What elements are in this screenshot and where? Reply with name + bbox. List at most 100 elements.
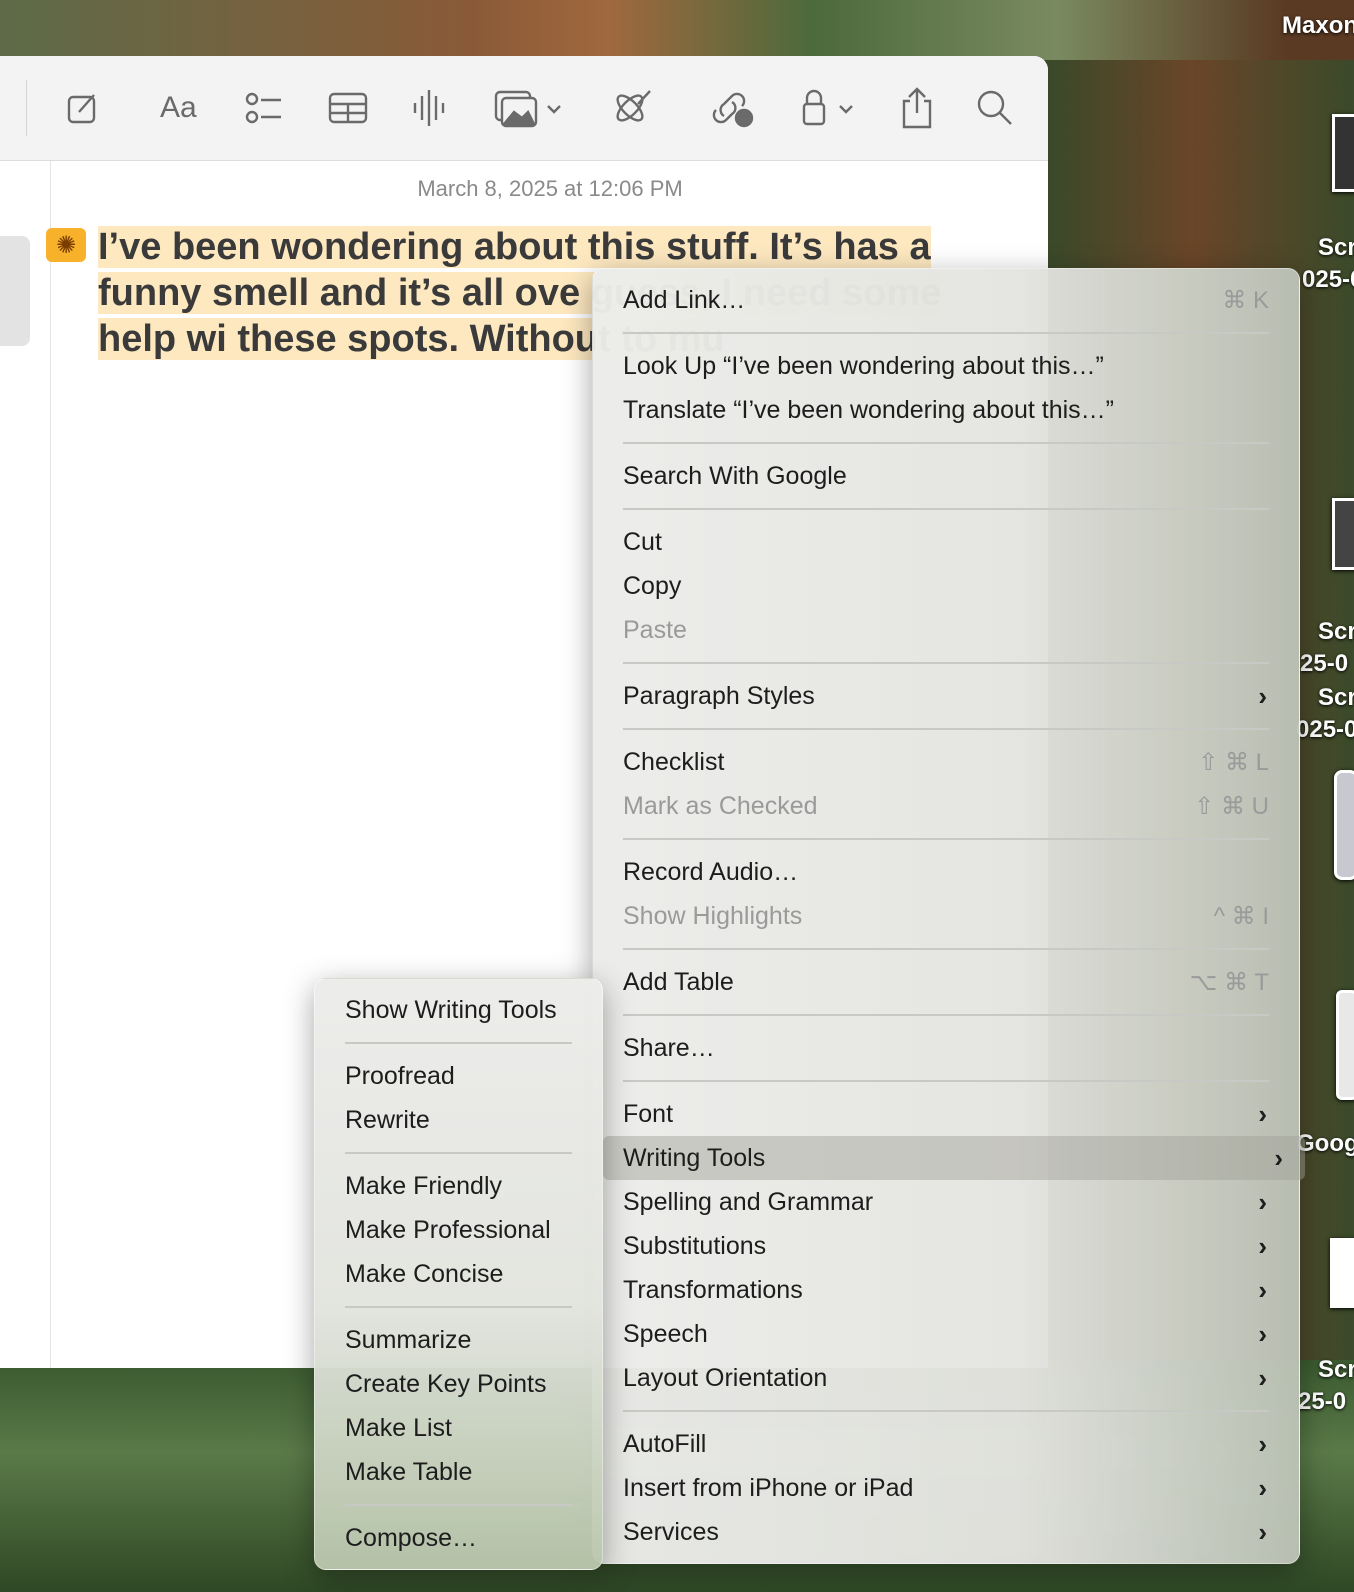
menu-item-substitutions[interactable]: Substitutions › [603,1224,1289,1268]
menu-separator [603,938,1289,960]
note-date: March 8, 2025 at 12:06 PM [417,176,683,201]
menu-item-spelling-and-grammar[interactable]: Spelling and Grammar › [603,1180,1289,1224]
menu-item-search-with-google[interactable]: Search With Google [603,454,1289,498]
menu-item-translate-i-ve-been-wondering-about-this[interactable]: Translate “I’ve been wondering about thi… [603,388,1289,432]
menu-item-label: Transformations [623,1275,803,1304]
format-text-button[interactable]: Aa [160,86,197,130]
toolbar-divider [26,80,27,136]
menu-item-insert-from-iphone-or-ipad[interactable]: Insert from iPhone or iPad › [603,1466,1289,1510]
desktop-file-thumbnail[interactable] [1330,1238,1354,1308]
chevron-right-icon: › [1258,680,1267,711]
chevron-right-icon: › [1258,1230,1267,1261]
menu-item-add-table[interactable]: Add Table ⌥ ⌘ T [603,960,1289,1004]
desktop-file-thumbnail[interactable] [1332,114,1354,192]
menu-item-label: Font [623,1099,674,1128]
writing-tools-icon[interactable] [612,86,652,130]
menu-item-label: AutoFill [623,1429,707,1458]
menu-item-speech[interactable]: Speech › [603,1312,1289,1356]
shortcut-label: ⇧ ⌘ L [1198,748,1269,776]
menu-item-label: Cut [623,527,662,556]
menu-item-label: Substitutions [623,1231,767,1260]
desktop-item-label[interactable]: Scr [1318,1356,1354,1384]
chevron-right-icon: › [1258,1428,1267,1459]
collaborate-icon[interactable] [712,86,754,130]
menu-item-label: Make List [345,1413,452,1442]
menu-item-look-up-i-ve-been-wondering-about-this[interactable]: Look Up “I’ve been wondering about this…… [603,344,1289,388]
menu-item-summarize[interactable]: Summarize [325,1318,592,1362]
search-icon[interactable] [976,86,1014,130]
menu-item-create-key-points[interactable]: Create Key Points [325,1362,592,1406]
menu-item-autofill[interactable]: AutoFill › [603,1422,1289,1466]
table-icon[interactable] [328,86,368,130]
menu-separator [603,1004,1289,1026]
media-icon[interactable] [494,86,566,130]
chevron-right-icon: › [1258,1318,1267,1349]
desktop-item-label[interactable]: Scr [1318,684,1354,712]
menu-item-label: Share… [623,1033,715,1062]
menu-item-copy[interactable]: Copy [603,564,1289,608]
compose-icon[interactable] [66,86,100,130]
menu-item-show-highlights: Show Highlights ^ ⌘ I [603,894,1289,938]
menu-item-label: Make Table [345,1457,473,1486]
sidebar-divider [50,161,51,1368]
menu-item-label: Create Key Points [345,1369,547,1398]
menu-item-label: Speech [623,1319,708,1348]
menu-item-rewrite[interactable]: Rewrite [325,1098,592,1142]
desktop-item-label[interactable]: 025-0 [1302,266,1354,294]
menu-item-label: Mark as Checked [623,791,818,820]
menu-item-make-friendly[interactable]: Make Friendly [325,1164,592,1208]
share-icon[interactable] [900,86,934,130]
chevron-right-icon: › [1258,1098,1267,1129]
apple-intelligence-icon[interactable]: ✺ [46,228,86,262]
menu-item-label: Services [623,1517,719,1546]
menu-item-mark-as-checked: Mark as Checked ⇧ ⌘ U [603,784,1289,828]
desktop-item-label[interactable]: Scr [1318,618,1354,646]
menu-item-add-link[interactable]: Add Link… ⌘ K [603,278,1289,322]
menu-item-compose[interactable]: Compose… [325,1516,592,1560]
menu-item-label: Layout Orientation [623,1363,828,1392]
desktop-item-label[interactable]: 025-0 [1296,716,1354,744]
sidebar-selected-note[interactable] [0,236,30,346]
desktop-item-label[interactable]: 25-0 [1298,1388,1346,1416]
menu-item-label: Search With Google [623,461,847,490]
menu-separator [603,718,1289,740]
menu-item-label: Add Link… [623,285,746,314]
menu-item-checklist[interactable]: Checklist ⇧ ⌘ L [603,740,1289,784]
lock-icon[interactable] [800,86,860,130]
menu-item-show-writing-tools[interactable]: Show Writing Tools [325,988,592,1032]
menu-item-font[interactable]: Font › [603,1092,1289,1136]
menu-item-paragraph-styles[interactable]: Paragraph Styles › [603,674,1289,718]
drive-icon[interactable] [1334,770,1354,880]
menu-item-writing-tools[interactable]: Writing Tools › [603,1136,1305,1180]
toolbar: Aa [0,56,1048,161]
menu-item-label: Proofread [345,1061,455,1090]
menu-item-share[interactable]: Share… [603,1026,1289,1070]
chevron-right-icon: › [1258,1186,1267,1217]
menu-item-label: Paste [623,615,687,644]
menu-item-make-professional[interactable]: Make Professional [325,1208,592,1252]
separator-line [345,1504,572,1506]
menu-item-label: Checklist [623,747,725,776]
desktop-item-label[interactable]: Scr [1318,234,1354,262]
menu-item-services[interactable]: Services › [603,1510,1289,1554]
menu-item-make-table[interactable]: Make Table [325,1450,592,1494]
drive-icon[interactable] [1336,990,1354,1100]
menu-item-make-concise[interactable]: Make Concise [325,1252,592,1296]
menu-item-record-audio[interactable]: Record Audio… [603,850,1289,894]
desktop-file-thumbnail[interactable] [1332,498,1354,570]
checklist-icon[interactable] [245,86,285,130]
audio-icon[interactable] [412,86,446,130]
menu-item-label: Add Table [623,967,734,996]
separator-line [345,1042,572,1044]
menu-item-make-list[interactable]: Make List [325,1406,592,1450]
menu-item-transformations[interactable]: Transformations › [603,1268,1289,1312]
menu-item-cut[interactable]: Cut [603,520,1289,564]
separator-line [623,332,1269,334]
desktop-item-label[interactable]: 25-0 [1300,650,1348,678]
menu-item-layout-orientation[interactable]: Layout Orientation › [603,1356,1289,1400]
desktop-item-label[interactable]: Maxon [1282,12,1354,40]
menu-item-label: Make Concise [345,1259,504,1288]
menu-item-proofread[interactable]: Proofread [325,1054,592,1098]
separator-line [623,1080,1269,1082]
menu-item-label: Make Friendly [345,1171,502,1200]
